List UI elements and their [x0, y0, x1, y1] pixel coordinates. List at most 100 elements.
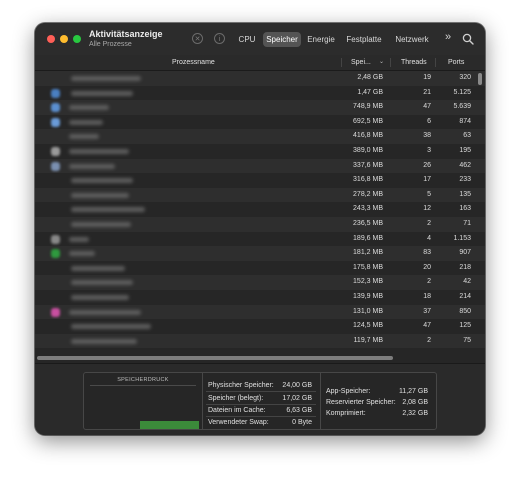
tab-speicher[interactable]: Speicher	[263, 32, 301, 47]
cell-ports: 195	[459, 147, 471, 154]
zoom-button[interactable]	[73, 35, 81, 43]
process-name-redacted	[71, 338, 137, 344]
stat-app-memory: App-Speicher: 11,27 GB	[326, 386, 428, 397]
cell-memory: 243,3 MB	[353, 205, 383, 213]
process-name-redacted	[71, 90, 133, 96]
process-name-redacted	[69, 236, 89, 242]
process-app-icon	[51, 307, 60, 317]
table-row[interactable]: 119,7 MB 2 75	[35, 333, 485, 349]
cell-ports: 71	[463, 220, 471, 227]
table-row[interactable]: 1,47 GB 21 5.125	[35, 85, 485, 101]
process-name-redacted	[69, 251, 95, 257]
activity-monitor-window: Aktivitätsanzeige Alle Prozesse ✕ i CPU …	[35, 23, 485, 435]
app-title: Aktivitätsanzeige	[89, 29, 163, 39]
stat-compressed-label: Komprimiert:	[326, 410, 366, 417]
cell-ports: 233	[459, 176, 471, 184]
tab-cpu[interactable]: CPU	[234, 32, 260, 47]
cell-threads: 47	[423, 322, 431, 330]
memory-summary-area: SPEICHERDRUCK Physischer Speicher: 24,00…	[35, 363, 485, 435]
cell-threads: 2	[427, 220, 431, 227]
chevron-double-right-icon[interactable]: »	[445, 31, 451, 43]
process-name-redacted	[71, 207, 145, 213]
table-row[interactable]: 152,3 MB 2 42	[35, 275, 485, 290]
cell-ports: 42	[463, 278, 471, 286]
cell-memory: 748,9 MB	[353, 103, 383, 111]
table-row[interactable]: 175,8 MB 20 218	[35, 260, 485, 276]
process-name-redacted	[71, 222, 131, 227]
tab-netzwerk[interactable]: Netzwerk	[390, 32, 434, 47]
cell-threads: 21	[423, 88, 431, 96]
memory-pressure-title: SPEICHERDRUCK	[117, 377, 169, 383]
tab-festplatte[interactable]: Festplatte	[342, 32, 386, 47]
stop-process-icon[interactable]: ✕	[192, 33, 203, 44]
table-row[interactable]: 2,48 GB 19 320	[35, 71, 485, 86]
stat-wired-label: Reservierter Speicher:	[326, 399, 396, 406]
cell-threads: 26	[423, 161, 431, 169]
column-header-name[interactable]: Prozessname	[172, 55, 215, 70]
process-name-redacted	[69, 163, 115, 169]
cell-ports: 874	[459, 117, 471, 125]
title-bar: Aktivitätsanzeige Alle Prozesse ✕ i CPU …	[35, 23, 485, 56]
table-row[interactable]: 189,6 MB 4 1.153	[35, 231, 485, 247]
process-name-redacted	[71, 192, 129, 198]
cell-memory: 175,8 MB	[353, 263, 383, 271]
stat-physical-value: 24,00 GB	[282, 382, 312, 389]
app-subtitle: Alle Prozesse	[89, 41, 132, 48]
close-button[interactable]	[47, 35, 55, 43]
horizontal-scrollbar[interactable]	[37, 356, 393, 360]
process-name-redacted	[71, 280, 133, 286]
table-row[interactable]: 124,5 MB 47 125	[35, 319, 485, 334]
memory-pressure-graph: SPEICHERDRUCK	[84, 373, 203, 429]
cell-memory: 416,8 MB	[353, 132, 383, 140]
table-row[interactable]: 692,5 MB 6 874	[35, 114, 485, 130]
column-header-threads[interactable]: Threads	[401, 55, 427, 70]
column-header-memory[interactable]: Spei...	[351, 55, 371, 70]
stat-used-label: Speicher (belegt):	[208, 395, 264, 402]
stat-app-memory-label: App-Speicher:	[326, 388, 371, 395]
cell-ports: 5.125	[453, 88, 471, 96]
cell-ports: 1.153	[453, 234, 471, 242]
cell-memory: 189,6 MB	[353, 234, 383, 242]
tab-energie[interactable]: Energie	[304, 32, 338, 47]
search-icon[interactable]	[462, 33, 474, 45]
cell-memory: 236,5 MB	[353, 220, 383, 227]
minimize-button[interactable]	[60, 35, 68, 43]
stat-physical: Physischer Speicher: 24,00 GB	[208, 380, 312, 391]
info-icon[interactable]: i	[214, 33, 225, 44]
cell-memory: 692,5 MB	[353, 117, 383, 125]
cell-threads: 2	[427, 336, 431, 344]
table-row[interactable]: 337,6 MB 26 462	[35, 158, 485, 174]
process-name-redacted	[71, 76, 141, 81]
table-row[interactable]: 416,8 MB 38 63	[35, 129, 485, 144]
stat-swap-label: Verwendeter Swap:	[208, 419, 269, 426]
table-row[interactable]: 139,9 MB 18 214	[35, 290, 485, 305]
table-row[interactable]: 278,2 MB 5 135	[35, 187, 485, 203]
vertical-scrollbar[interactable]	[478, 73, 482, 85]
sort-chevron-down-icon[interactable]: ⌄	[379, 55, 384, 70]
process-app-icon	[51, 103, 60, 113]
cell-threads: 38	[423, 132, 431, 140]
table-row[interactable]: 236,5 MB 2 71	[35, 217, 485, 232]
cell-ports: 135	[459, 190, 471, 198]
stat-compressed: Komprimiert: 2,32 GB	[326, 408, 428, 419]
table-row[interactable]: 131,0 MB 37 850	[35, 304, 485, 320]
table-row[interactable]: 316,8 MB 17 233	[35, 173, 485, 188]
table-row[interactable]: 389,0 MB 3 195	[35, 144, 485, 159]
column-header-ports[interactable]: Ports	[448, 55, 464, 70]
cell-ports: 320	[459, 74, 471, 81]
process-table: 2,48 GB 19 320 1,47 GB 21 5.125 748,9 MB 47 5.63…	[35, 71, 485, 353]
cell-threads: 4	[427, 234, 431, 242]
table-row[interactable]: 748,9 MB 47 5.639	[35, 100, 485, 115]
cell-threads: 17	[423, 176, 431, 184]
process-name-redacted	[69, 105, 109, 111]
cell-ports: 907	[459, 249, 471, 257]
cell-ports: 125	[459, 322, 471, 330]
cell-ports: 214	[459, 293, 471, 300]
cell-memory: 337,6 MB	[353, 161, 383, 169]
process-name-redacted	[69, 119, 103, 125]
table-row[interactable]: 181,2 MB 83 907	[35, 246, 485, 261]
cell-memory: 124,5 MB	[353, 322, 383, 330]
stat-cache-label: Dateien im Cache:	[208, 407, 266, 414]
stat-used-value: 17,02 GB	[282, 395, 312, 402]
table-row[interactable]: 243,3 MB 12 163	[35, 202, 485, 217]
